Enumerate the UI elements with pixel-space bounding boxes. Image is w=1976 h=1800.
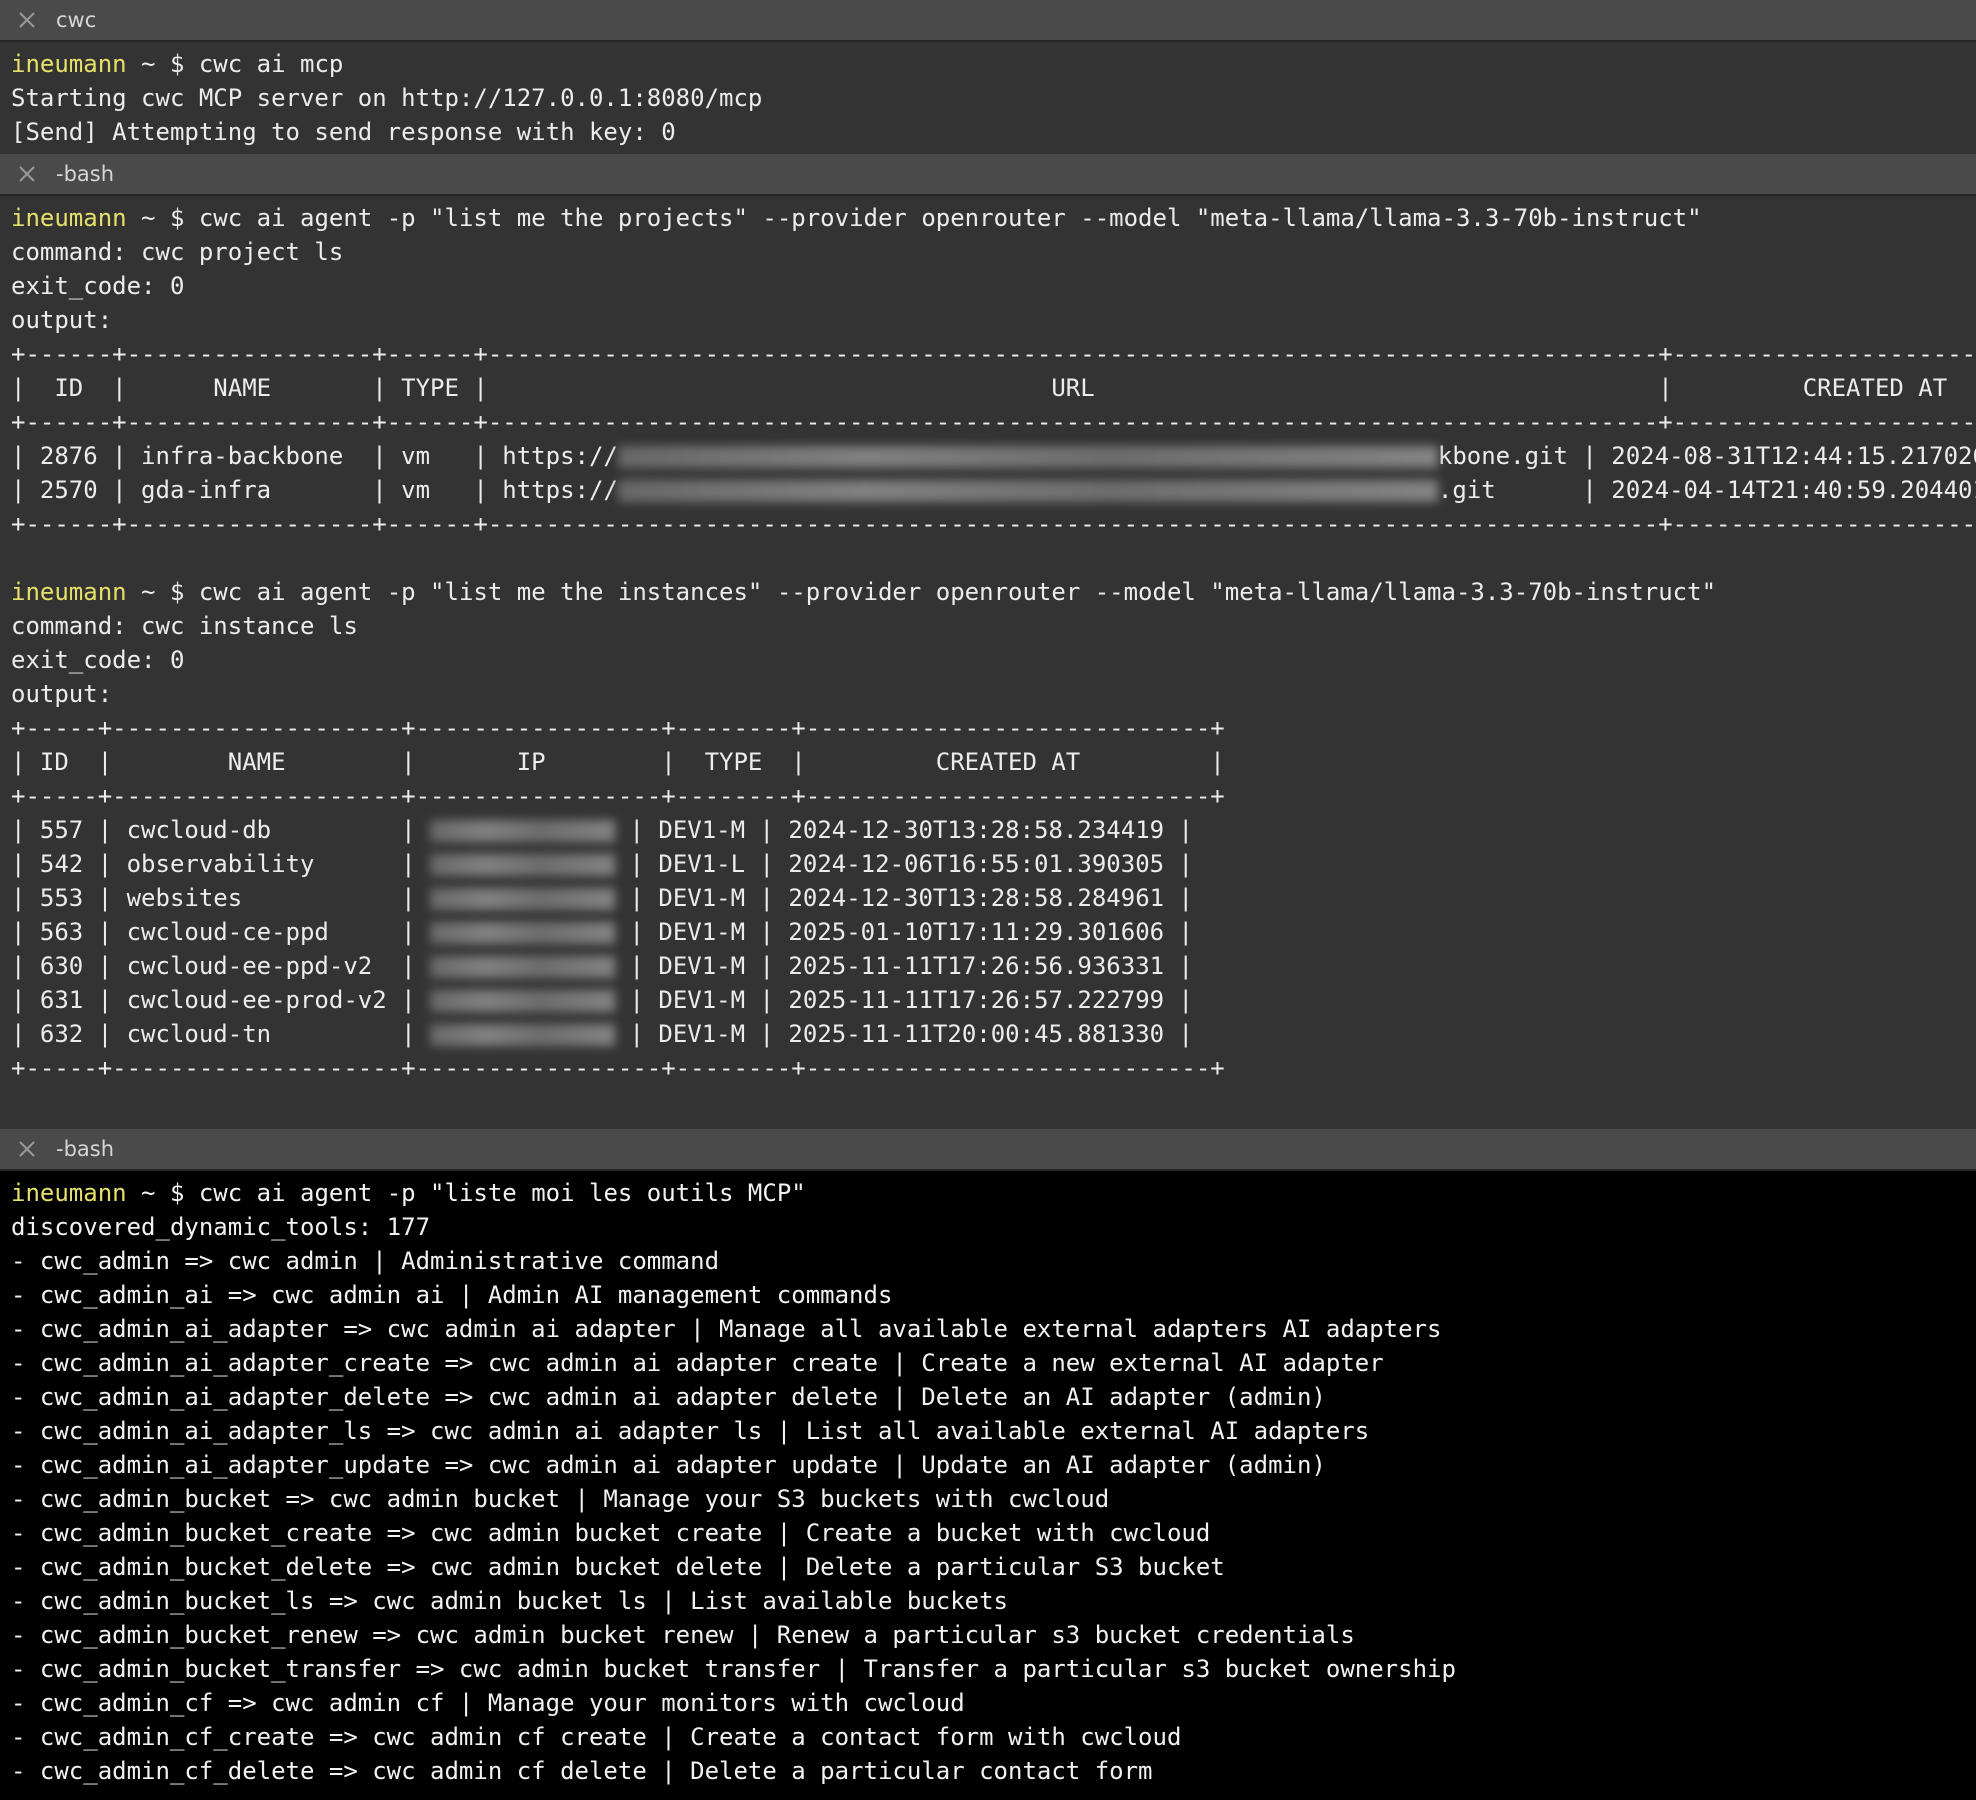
tab-title: -bash <box>56 162 115 186</box>
terminal-pane-bash-2[interactable]: -bash ineumann ~ $ cwc ai agent -p "list… <box>0 1129 1976 1800</box>
prompt-sign: $ <box>169 204 185 232</box>
output-line: - cwc_admin_cf_create => cwc admin cf cr… <box>11 1723 1182 1751</box>
redacted-url <box>617 480 1438 502</box>
table-row: | 553 | websites | | DEV1-M | 2024-12-30… <box>11 884 1193 912</box>
table-row: | 2570 | gda-infra | vm | https://.git |… <box>11 476 1976 504</box>
prompt-dir: ~ <box>141 578 156 606</box>
table-border: +------+-----------------+------+-------… <box>11 510 1976 538</box>
tab-title: cwc <box>56 8 97 32</box>
output-line: - cwc_admin_ai_adapter => cwc admin ai a… <box>11 1315 1442 1343</box>
output-line: - cwc_admin_bucket_create => cwc admin b… <box>11 1519 1211 1547</box>
prompt-dir: ~ <box>141 50 156 78</box>
redacted-ip <box>430 888 616 910</box>
output-line: - cwc_admin_bucket_renew => cwc admin bu… <box>11 1621 1355 1649</box>
output-line: - cwc_admin => cwc admin | Administrativ… <box>11 1247 720 1275</box>
output-line: output: <box>11 680 113 708</box>
prompt-line: ineumann ~ $ cwc ai agent -p "list me th… <box>11 201 1976 235</box>
redacted-ip <box>430 1024 616 1046</box>
prompt-line: ineumann ~ $ cwc ai agent -p "liste moi … <box>11 1176 1976 1210</box>
tab-cwc[interactable]: cwc <box>0 0 1976 42</box>
output-line: - cwc_admin_cf_delete => cwc admin cf de… <box>11 1757 1153 1785</box>
output-line: - cwc_admin_ai_adapter_delete => cwc adm… <box>11 1383 1326 1411</box>
output-line: exit_code: 0 <box>11 272 185 300</box>
redacted-ip <box>430 990 616 1012</box>
output-line: command: cwc instance ls <box>11 612 358 640</box>
tab-title: -bash <box>56 1137 115 1161</box>
redacted-url <box>617 446 1438 468</box>
output-line: command: cwc project ls <box>11 238 344 266</box>
command-text: cwc ai agent -p "list me the instances" … <box>198 578 1717 606</box>
output-line: exit_code: 0 <box>11 646 185 674</box>
table-header: | ID | NAME | TYPE | URL | CREATED AT | <box>11 374 1976 402</box>
command-text: cwc ai agent -p "liste moi les outils MC… <box>198 1179 806 1207</box>
output-line: - cwc_admin_bucket_delete => cwc admin b… <box>11 1553 1225 1581</box>
output-line: - cwc_admin_bucket_ls => cwc admin bucke… <box>11 1587 1008 1615</box>
command-text: cwc ai mcp <box>198 50 344 78</box>
prompt-user: ineumann <box>11 578 127 606</box>
close-icon[interactable] <box>12 164 42 184</box>
tab-bash-2[interactable]: -bash <box>0 1129 1976 1171</box>
prompt-sign: $ <box>169 1179 185 1207</box>
table-row: | 631 | cwcloud-ee-prod-v2 | | DEV1-M | … <box>11 986 1193 1014</box>
command-text: cwc ai agent -p "list me the projects" -… <box>198 204 1702 232</box>
table-row: | 557 | cwcloud-db | | DEV1-M | 2024-12-… <box>11 816 1193 844</box>
prompt-user: ineumann <box>11 1179 127 1207</box>
prompt-dir: ~ <box>141 1179 156 1207</box>
prompt-user: ineumann <box>11 204 127 232</box>
tab-bash-1[interactable]: -bash <box>0 154 1976 196</box>
output-line: - cwc_admin_ai_adapter_create => cwc adm… <box>11 1349 1384 1377</box>
table-row: | 542 | observability | | DEV1-L | 2024-… <box>11 850 1193 878</box>
prompt-user: ineumann <box>11 50 127 78</box>
table-row: | 2876 | infra-backbone | vm | https://k… <box>11 442 1976 470</box>
prompt-sign: $ <box>169 50 185 78</box>
redacted-ip <box>430 820 616 842</box>
table-border: +-----+--------------------+------------… <box>11 1054 1225 1082</box>
output-line: Starting cwc MCP server on http://127.0.… <box>11 84 763 112</box>
output-line: output: <box>11 306 113 334</box>
output-line: - cwc_admin_ai_adapter_ls => cwc admin a… <box>11 1417 1370 1445</box>
table-border: +-----+--------------------+------------… <box>11 782 1225 810</box>
close-icon[interactable] <box>12 10 42 30</box>
table-row: | 632 | cwcloud-tn | | DEV1-M | 2025-11-… <box>11 1020 1193 1048</box>
prompt-sign: $ <box>169 578 185 606</box>
output-line: discovered_dynamic_tools: 177 <box>11 1213 431 1241</box>
terminal-pane-cwc[interactable]: cwc ineumann ~ $ cwc ai mcp Starting cwc… <box>0 0 1976 154</box>
table-border: +------+-----------------+------+-------… <box>11 340 1976 368</box>
output-line: - cwc_admin_ai => cwc admin ai | Admin A… <box>11 1281 893 1309</box>
prompt-line: ineumann ~ $ cwc ai agent -p "list me th… <box>11 575 1976 609</box>
output-line: [Send] Attempting to send response with … <box>11 118 676 146</box>
terminal-pane-bash-1[interactable]: -bash ineumann ~ $ cwc ai agent -p "list… <box>0 154 1976 1129</box>
redacted-ip <box>430 854 616 876</box>
table-row: | 563 | cwcloud-ce-ppd | | DEV1-M | 2025… <box>11 918 1193 946</box>
table-border: +------+-----------------+------+-------… <box>11 408 1976 436</box>
output-line: - cwc_admin_cf => cwc admin cf | Manage … <box>11 1689 965 1717</box>
output-line: - cwc_admin_bucket_transfer => cwc admin… <box>11 1655 1456 1683</box>
table-border: +-----+--------------------+------------… <box>11 714 1225 742</box>
prompt-line: ineumann ~ $ cwc ai mcp <box>11 47 1976 81</box>
prompt-dir: ~ <box>141 204 156 232</box>
table-row: | 630 | cwcloud-ee-ppd-v2 | | DEV1-M | 2… <box>11 952 1193 980</box>
redacted-ip <box>430 922 616 944</box>
table-header: | ID | NAME | IP | TYPE | CREATED AT | <box>11 748 1225 776</box>
redacted-ip <box>430 956 616 978</box>
output-line: - cwc_admin_ai_adapter_update => cwc adm… <box>11 1451 1326 1479</box>
output-line: - cwc_admin_bucket => cwc admin bucket |… <box>11 1485 1110 1513</box>
close-icon[interactable] <box>12 1139 42 1159</box>
